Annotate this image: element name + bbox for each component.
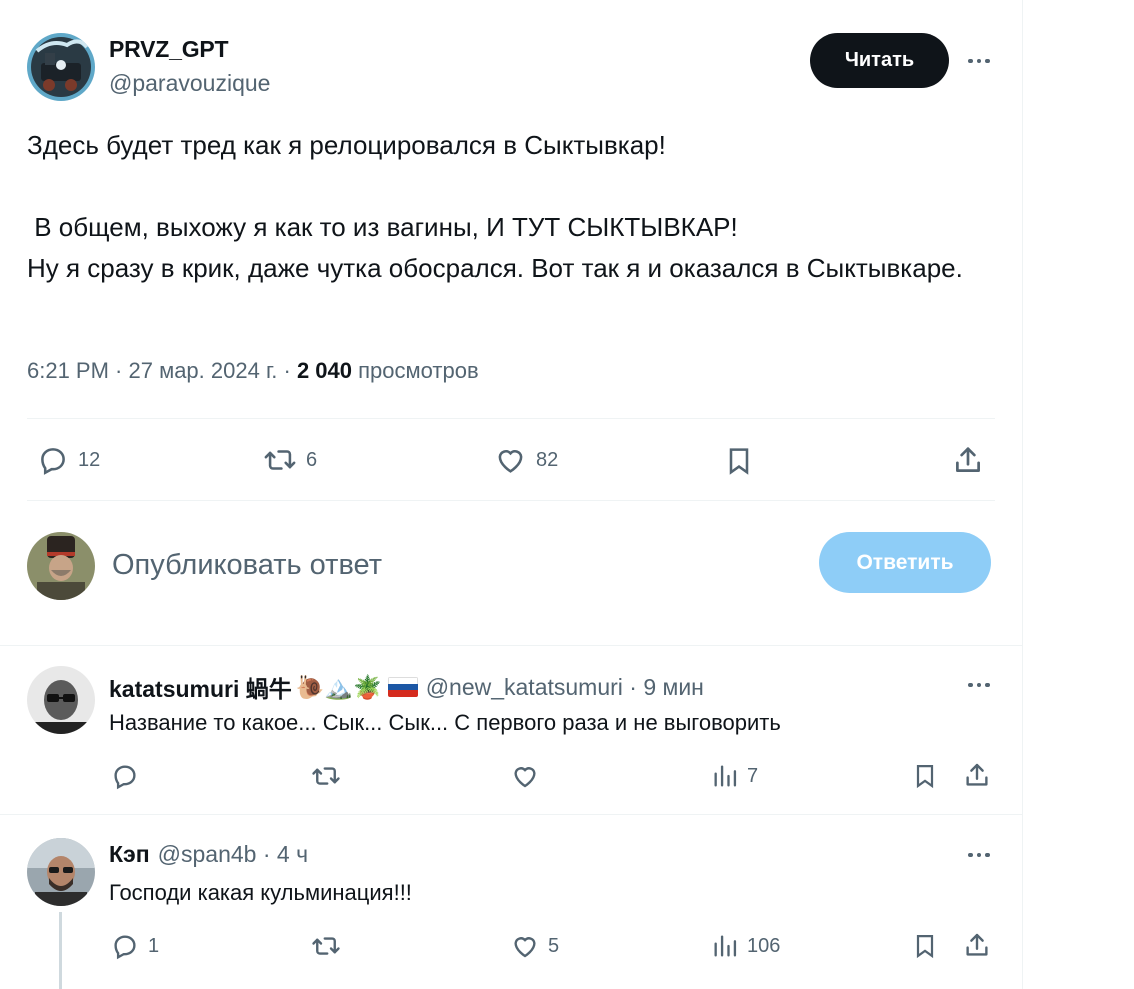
reply-icon — [114, 765, 136, 790]
retweet-icon — [312, 767, 340, 785]
tweet-time[interactable]: 6:21 PM · 27 мар. 2024 г. · — [27, 358, 297, 383]
like-icon — [498, 450, 523, 473]
views-label: просмотров — [358, 358, 479, 383]
tweet-column: PRVZ_GPT @paravouzique Читать Здесь буде… — [0, 0, 1023, 989]
reply-avatar[interactable] — [27, 838, 95, 906]
reply-header: Кэп @span4b · 4 ч — [109, 841, 308, 868]
reply-author-handle[interactable]: @new_katatsumuri · 9 мин — [426, 674, 704, 701]
share-icon — [956, 447, 980, 472]
russia-flag-icon — [387, 677, 418, 697]
reply-text: Господи какая кульминация!!! — [109, 880, 412, 905]
views-icon — [714, 935, 737, 957]
reply-action[interactable]: 1 — [110, 931, 159, 961]
thread-line — [59, 912, 62, 989]
like-icon — [514, 767, 536, 788]
bookmark-action[interactable] — [911, 760, 939, 792]
tweet-meta: 6:21 PM · 27 мар. 2024 г. · 2 040 просмо… — [27, 358, 479, 384]
reply-icon — [41, 448, 65, 475]
divider — [0, 814, 1023, 815]
more-icon[interactable] — [964, 845, 994, 865]
reply-count: 1 — [148, 934, 160, 957]
share-icon — [966, 763, 988, 786]
retweet-icon — [312, 937, 340, 955]
reply-avatar[interactable] — [27, 666, 95, 734]
reply-header: katatsumuri 蝸牛 🐌🏔️🪴 @new_katatsumuri · 9… — [109, 670, 704, 704]
divider — [0, 645, 1023, 646]
like-action[interactable]: 5 — [510, 931, 559, 961]
divider — [27, 500, 995, 501]
reply-action[interactable] — [110, 761, 140, 791]
reply-button[interactable]: Ответить — [819, 532, 991, 593]
views-action[interactable]: 106 — [711, 931, 780, 961]
reply-author-name[interactable]: katatsumuri 蝸牛 — [109, 670, 292, 704]
retweet-action[interactable] — [310, 761, 342, 791]
share-icon — [966, 933, 988, 956]
bookmark-icon — [916, 934, 934, 959]
bookmark-icon — [916, 764, 934, 789]
retweet-action[interactable] — [310, 931, 342, 961]
retweet-action[interactable]: 6 — [262, 443, 317, 477]
author-handle[interactable]: @paravouzique — [109, 70, 270, 97]
bookmark-action[interactable] — [723, 443, 755, 479]
retweet-icon — [264, 450, 296, 470]
reply-action[interactable]: 12 — [36, 443, 100, 477]
like-action[interactable]: 82 — [493, 443, 558, 477]
like-action[interactable] — [510, 761, 540, 791]
like-icon — [514, 937, 536, 958]
retweet-count: 6 — [306, 448, 318, 471]
bookmark-icon — [729, 448, 749, 475]
more-icon[interactable] — [964, 675, 994, 695]
author-avatar[interactable] — [27, 33, 95, 101]
bookmark-action[interactable] — [911, 930, 939, 962]
views-count: 106 — [747, 934, 781, 957]
reply-text: Название то какое... Сык... Сык... С пер… — [109, 710, 781, 735]
like-count: 5 — [548, 934, 560, 957]
divider — [27, 418, 995, 419]
share-action[interactable] — [962, 930, 992, 960]
like-count: 82 — [536, 448, 559, 471]
tweet-text: Здесь будет тред как я релоцировался в С… — [27, 130, 963, 283]
more-icon[interactable] — [964, 51, 994, 71]
views-count: 7 — [747, 764, 759, 787]
current-user-avatar[interactable] — [27, 532, 95, 600]
author-name[interactable]: PRVZ_GPT — [109, 36, 229, 63]
follow-button[interactable]: Читать — [810, 33, 949, 88]
reply-count: 12 — [78, 448, 101, 471]
share-action[interactable] — [962, 760, 992, 790]
share-action[interactable] — [951, 443, 985, 477]
reply-icon — [114, 935, 136, 960]
reply-author-handle[interactable]: @span4b · 4 ч — [158, 841, 308, 868]
views-count: 2 040 — [296, 358, 353, 383]
reply-author-name[interactable]: Кэп — [109, 841, 150, 868]
reply-input[interactable] — [112, 543, 802, 587]
views-action[interactable]: 7 — [711, 761, 758, 791]
reply-author-emoji: 🐌🏔️🪴 — [295, 673, 382, 700]
views-icon — [714, 765, 737, 787]
